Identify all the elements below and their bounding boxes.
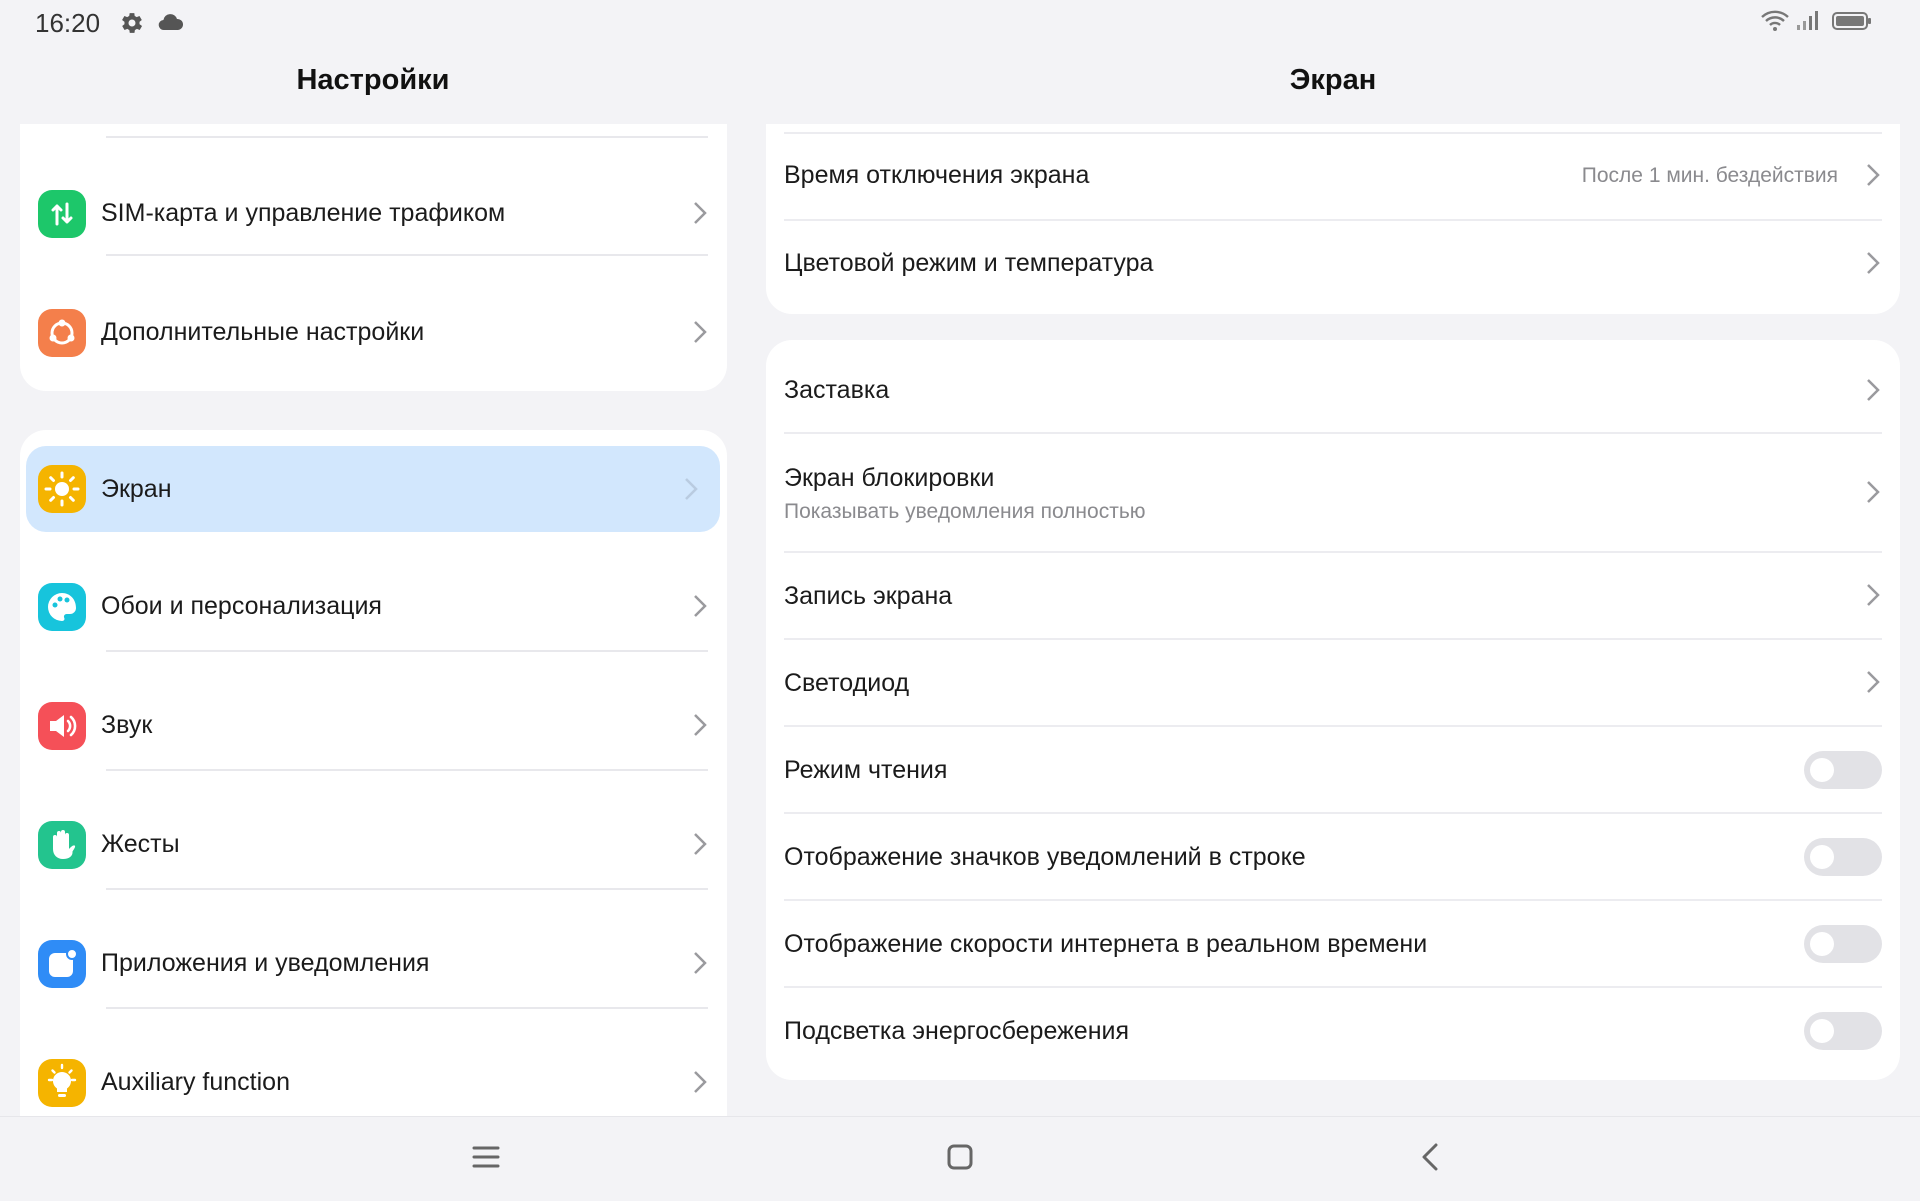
sidebar-item-label: Auxiliary function	[101, 1068, 290, 1096]
row-label: Светодиод	[784, 669, 910, 697]
hand-icon	[38, 821, 86, 869]
chevron-right-icon	[685, 478, 698, 500]
row-label: Подсветка энергосбережения	[784, 1017, 1130, 1045]
row-label: Запись экрана	[784, 582, 953, 610]
status-time: 16:20	[35, 8, 101, 38]
sidebar-item-label: Жесты	[101, 830, 180, 858]
row-value: После 1 мин. бездействия	[1581, 164, 1838, 187]
led-row[interactable]: Светодиод	[766, 640, 1900, 725]
wifi-icon	[1761, 10, 1789, 31]
reading-mode-row: Режим чтения	[766, 727, 1900, 812]
row-label: Цветовой режим и температура	[784, 249, 1154, 277]
power-saving-backlight-row: Подсветка энергосбережения	[766, 988, 1900, 1073]
row-label: Режим чтения	[784, 756, 948, 784]
chevron-right-icon	[1867, 379, 1880, 401]
sidebar-item-wallpaper[interactable]: Обои и персонализация	[20, 548, 727, 666]
power-saving-backlight-toggle[interactable]	[1804, 1012, 1882, 1050]
bulb-icon	[38, 1059, 86, 1107]
chevron-right-icon	[694, 202, 707, 224]
chevron-right-icon	[1867, 252, 1880, 274]
palette-icon	[38, 583, 86, 631]
lock-screen-row[interactable]: Экран блокировки Показывать уведомления …	[766, 434, 1900, 550]
more-settings-icon	[38, 309, 86, 357]
row-sublabel: Показывать уведомления полностью	[784, 500, 1146, 523]
chevron-right-icon	[694, 714, 707, 736]
sidebar-item-label: SIM-карта и управление трафиком	[101, 199, 506, 227]
row-label: Отображение скорости интернета в реально…	[784, 930, 1428, 958]
apps-icon	[38, 940, 86, 988]
sim-traffic-icon	[38, 190, 86, 238]
divider	[106, 769, 708, 771]
notification-icons-toggle[interactable]	[1804, 838, 1882, 876]
signal-icon	[1797, 11, 1818, 30]
sidebar-item-apps[interactable]: Приложения и уведомления	[20, 905, 727, 1023]
sidebar-item-label: Дополнительные настройки	[101, 318, 425, 346]
sun-icon	[38, 465, 86, 513]
chevron-right-icon	[694, 952, 707, 974]
settings-group-network: SIM-карта и управление трафиком Дополнит…	[20, 124, 727, 391]
sidebar-item-sound[interactable]: Звук	[20, 667, 727, 785]
chevron-right-icon	[1867, 164, 1880, 186]
notification-icons-row: Отображение значков уведомлений в строке	[766, 814, 1900, 899]
row-label: Заставка	[784, 376, 890, 404]
toggle-knob	[1810, 845, 1834, 869]
chevron-right-icon	[694, 1071, 707, 1093]
network-speed-row: Отображение скорости интернета в реально…	[766, 901, 1900, 986]
toggle-knob	[1810, 1019, 1834, 1043]
chevron-right-icon	[694, 833, 707, 855]
row-label: Отображение значков уведомлений в строке	[784, 843, 1306, 871]
settings-group-device: Экран Обои и персонализация Звук Жесты П…	[20, 430, 727, 1120]
sidebar-item-label: Экран	[101, 475, 172, 503]
left-panel-title: Настройки	[296, 64, 450, 96]
sidebar-item-label: Обои и персонализация	[101, 592, 382, 620]
screen-recording-row[interactable]: Запись экрана	[766, 553, 1900, 638]
row-label: Время отключения экрана	[784, 161, 1090, 189]
chevron-right-icon	[694, 595, 707, 617]
speaker-icon	[38, 702, 86, 750]
back-icon[interactable]	[1412, 1137, 1452, 1177]
chevron-right-icon	[1867, 584, 1880, 606]
cloud-icon	[158, 14, 184, 31]
gear-icon	[122, 13, 143, 33]
battery-icon	[1832, 12, 1871, 30]
sidebar-item-label: Приложения и уведомления	[101, 949, 430, 977]
network-speed-toggle[interactable]	[1804, 925, 1882, 963]
screen-settings-group-2: Заставка Экран блокировки Показывать уве…	[766, 340, 1900, 1080]
screen-settings-group-1: Время отключения экрана После 1 мин. без…	[766, 124, 1900, 314]
sidebar-item-label: Звук	[101, 711, 153, 739]
chevron-right-icon	[694, 321, 707, 343]
color-mode-row[interactable]: Цветовой режим и температура	[766, 221, 1900, 307]
divider	[106, 136, 708, 138]
reading-mode-toggle[interactable]	[1804, 751, 1882, 789]
screensaver-row[interactable]: Заставка	[766, 340, 1900, 432]
navigation-bar	[0, 1116, 1920, 1201]
home-icon[interactable]	[940, 1137, 980, 1177]
right-panel-title: Экран	[1289, 64, 1377, 96]
screen-timeout-row[interactable]: Время отключения экрана После 1 мин. без…	[766, 133, 1900, 219]
chevron-right-icon	[1867, 481, 1880, 503]
sidebar-item-screen[interactable]: Экран	[26, 446, 720, 532]
toggle-knob	[1810, 758, 1834, 782]
chevron-right-icon	[1867, 671, 1880, 693]
divider	[106, 650, 708, 652]
toggle-knob	[1810, 932, 1834, 956]
divider	[106, 1007, 708, 1009]
divider	[106, 254, 708, 256]
sidebar-item-advanced[interactable]: Дополнительные настройки	[20, 274, 727, 392]
sidebar-item-gestures[interactable]: Жесты	[20, 786, 727, 904]
status-bar: 16:20	[0, 0, 1920, 44]
menu-icon[interactable]	[466, 1137, 506, 1177]
row-label: Экран блокировки	[784, 464, 995, 492]
divider	[106, 888, 708, 890]
